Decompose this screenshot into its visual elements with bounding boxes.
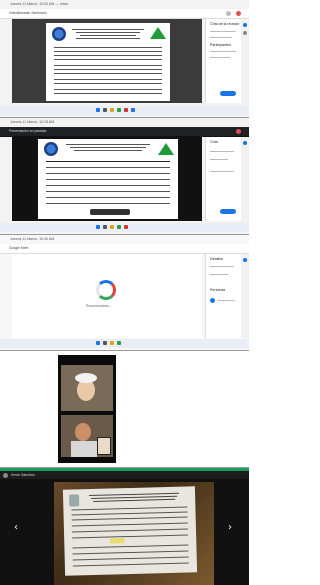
panel-caption: Jueves 11 Marzo, 10:25 AM (10, 120, 55, 124)
window-title-bar: Google Meet (0, 244, 249, 254)
info-icon[interactable] (243, 258, 247, 262)
sender-name: Kevin Sánchez (11, 473, 35, 477)
side-panel-title: Chat de la reunión (210, 22, 240, 26)
details-side-panel: Detalles Personas (205, 254, 242, 338)
meeting-side-panel: Chat de la reunión Participantes (205, 19, 242, 103)
panel-caption: Jueves 11 Marzo, 10:00 AM — Inicio (10, 2, 69, 6)
loading-text: Reconectando... (86, 304, 113, 308)
window-title-bar: Videollamada: Seminario (0, 9, 249, 19)
document-page (46, 23, 170, 101)
faculty-logo-icon (158, 143, 174, 155)
people-icon[interactable] (243, 31, 247, 35)
window-title-bar: Presentación en pantalla (0, 127, 249, 137)
meeting-stage: Reconectando... (12, 254, 202, 338)
scanned-document (62, 486, 198, 576)
window-title: Videollamada: Seminario (9, 11, 47, 15)
document-page (38, 139, 178, 219)
mobile-call-screen (58, 355, 116, 463)
presentation-controls[interactable] (90, 209, 130, 215)
loading-spinner-icon (96, 280, 116, 300)
viewer-header: Kevin Sánchez (0, 471, 249, 479)
panel-caption: Jueves 11 Marzo, 10:40 AM (10, 237, 55, 241)
close-icon[interactable] (236, 129, 241, 134)
self-view-thumbnail[interactable] (97, 437, 111, 455)
side-toolbar (241, 137, 249, 221)
taskbar (0, 339, 249, 348)
chat-icon[interactable] (243, 141, 247, 145)
avatar (210, 298, 215, 303)
chat-side-panel: Chat (205, 137, 242, 221)
window-title: Google Meet (9, 246, 29, 250)
screenshot-panel-2: Jueves 11 Marzo, 10:25 AM Presentación e… (0, 118, 249, 234)
previous-arrow-icon[interactable]: ‹ (14, 522, 18, 533)
chat-icon[interactable] (243, 23, 247, 27)
screenshot-panel-3: Jueves 11 Marzo, 10:40 AM Google Meet Re… (0, 235, 249, 350)
participants-label: Participantes (210, 43, 231, 47)
minimize-icon[interactable] (226, 11, 231, 16)
next-arrow-icon[interactable]: › (228, 522, 232, 533)
taskbar (0, 223, 249, 232)
close-icon[interactable] (236, 11, 241, 16)
send-button[interactable] (220, 91, 236, 96)
shared-document-area (12, 19, 202, 103)
screenshot-panel-1: Videollamada: Seminario Jueves 11 Marzo,… (0, 0, 249, 117)
screenshot-panel-4 (0, 351, 249, 467)
start-icon[interactable] (96, 225, 100, 229)
participant-face (75, 423, 91, 441)
screenshot-panel-5: Kevin Sánchez ‹ › (0, 468, 249, 585)
participant-tile-2 (61, 415, 113, 457)
start-icon[interactable] (96, 108, 100, 112)
side-toolbar (241, 254, 249, 338)
window-title: Presentación en pantalla (9, 129, 47, 133)
scanned-photo (54, 482, 214, 585)
side-panel-title: Detalles (210, 257, 223, 261)
highlight-mark (110, 538, 125, 544)
send-button[interactable] (220, 209, 236, 214)
side-panel-title: Chat (210, 140, 218, 144)
participant-tile-1 (61, 365, 113, 411)
shared-screen-area (12, 137, 202, 221)
university-logo-icon (52, 27, 66, 41)
taskbar (0, 106, 249, 115)
faculty-logo-icon (150, 27, 166, 39)
start-icon[interactable] (96, 341, 100, 345)
university-logo-icon (44, 142, 58, 156)
avatar (3, 472, 8, 478)
side-toolbar (241, 19, 249, 103)
people-label: Personas (210, 288, 226, 292)
